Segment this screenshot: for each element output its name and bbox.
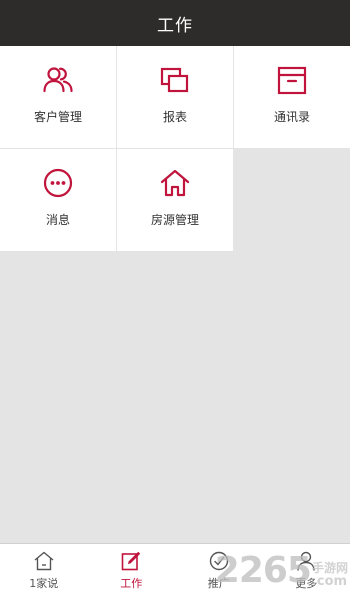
tab-label: 工作 bbox=[120, 577, 143, 590]
tab-home[interactable]: 1家说 bbox=[0, 544, 88, 597]
tile-label: 报表 bbox=[162, 110, 187, 124]
message-icon bbox=[43, 168, 73, 198]
tile-contacts[interactable]: 通讯录 bbox=[234, 46, 350, 148]
tile-messages[interactable]: 消息 bbox=[0, 149, 116, 251]
tab-promote[interactable]: 推广 bbox=[175, 544, 263, 597]
bottom-tab-bar: 1家说 工作 推广 更多 bbox=[0, 543, 350, 597]
tab-label: 更多 bbox=[295, 577, 318, 590]
tab-work[interactable]: 工作 bbox=[88, 544, 176, 597]
tile-label: 消息 bbox=[45, 213, 70, 227]
report-icon bbox=[160, 67, 189, 93]
tile-label: 通讯录 bbox=[273, 110, 310, 124]
page-title: 工作 bbox=[157, 15, 193, 36]
tab-more[interactable]: 更多 bbox=[263, 544, 350, 597]
promote-icon bbox=[209, 551, 228, 571]
tile-report[interactable]: 报表 bbox=[117, 46, 233, 148]
tab-label: 推广 bbox=[207, 577, 230, 590]
tile-label: 房源管理 bbox=[150, 213, 199, 227]
house-icon bbox=[160, 169, 190, 197]
app-header: 工作 bbox=[0, 0, 350, 46]
tile-label: 客户管理 bbox=[33, 110, 82, 124]
tab-label: 1家说 bbox=[29, 577, 59, 590]
person-icon bbox=[297, 551, 315, 571]
tile-house-management[interactable]: 房源管理 bbox=[117, 149, 233, 251]
contacts-box-icon bbox=[277, 66, 307, 95]
customers-icon bbox=[43, 67, 73, 93]
edit-icon bbox=[121, 551, 141, 571]
tile-customer-management[interactable]: 客户管理 bbox=[0, 46, 116, 148]
home-outline-icon bbox=[34, 551, 54, 571]
